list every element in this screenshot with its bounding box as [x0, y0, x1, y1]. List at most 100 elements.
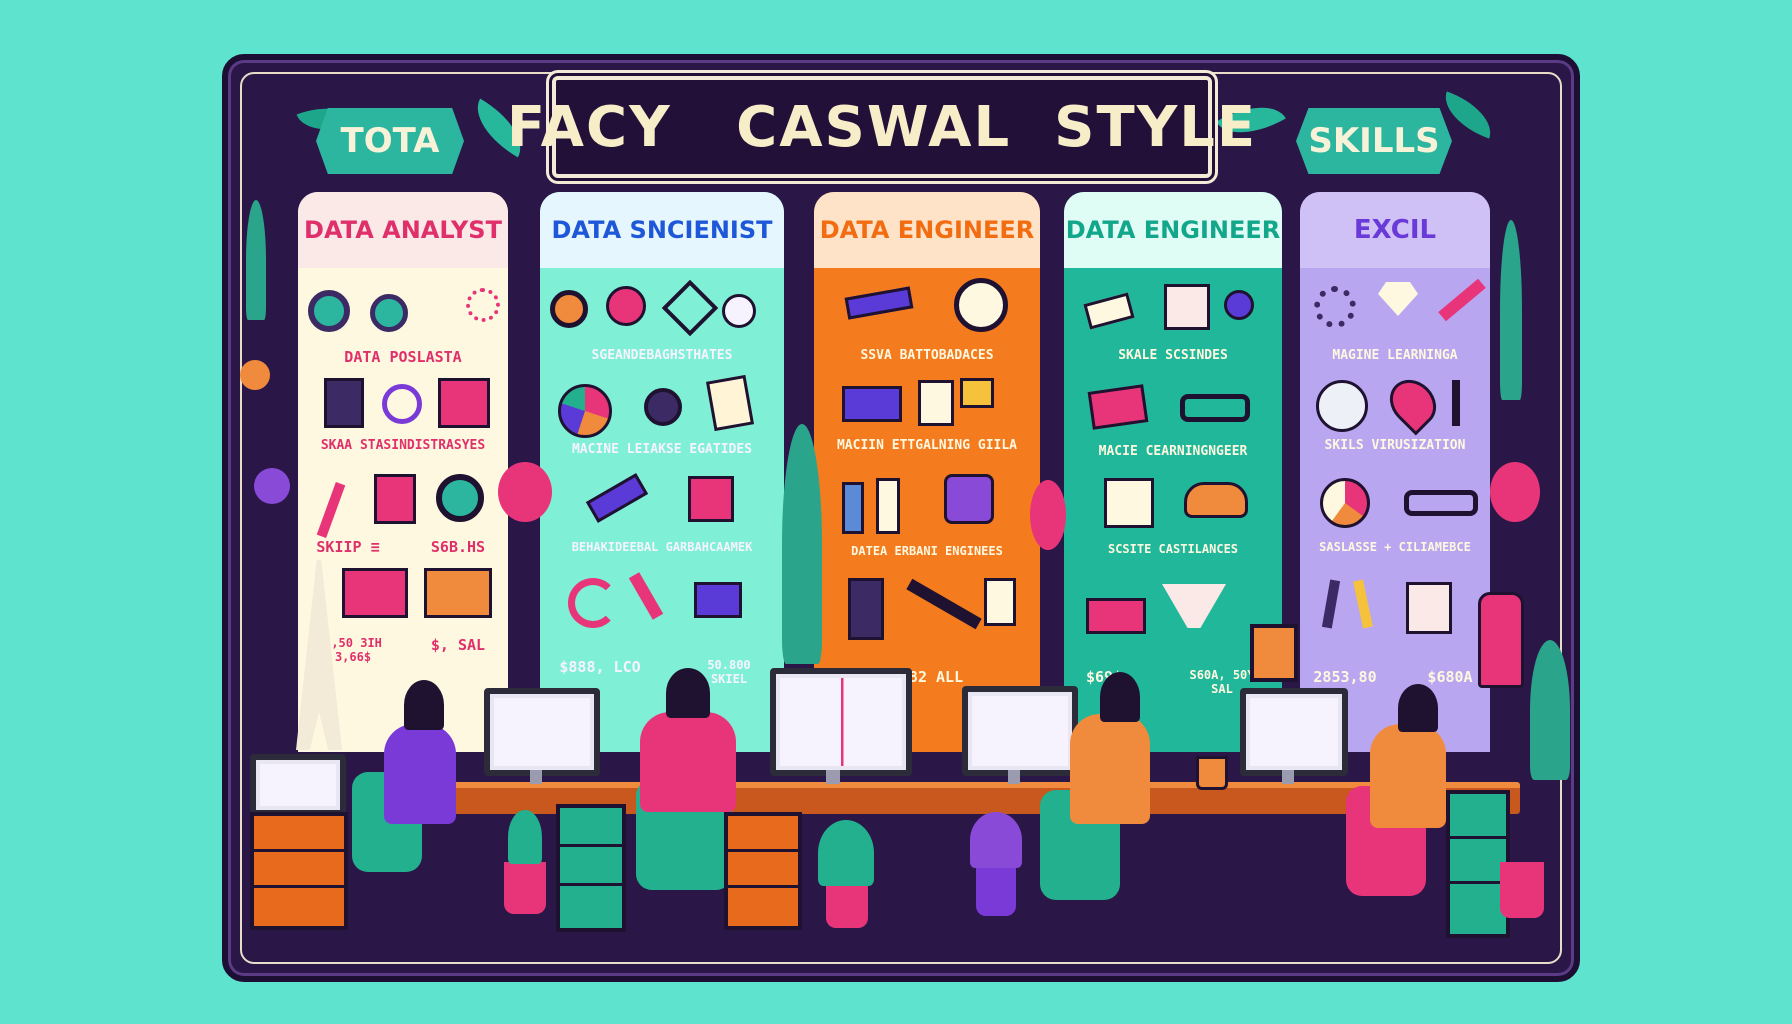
disc-icon [722, 294, 756, 328]
pie-chart-icon [1320, 478, 1370, 528]
filing-cabinet [250, 812, 348, 930]
page-title: FACY CASWAL STYLE [506, 94, 1258, 160]
magnifier-icon [644, 388, 682, 426]
envelope-icon [694, 582, 742, 618]
grid-icon [984, 578, 1016, 626]
caption: SKILS VIRUSIZATION [1324, 438, 1466, 453]
caption: MACIIN ETTGALNING GIILA [836, 438, 1017, 453]
flower-decoration [1490, 462, 1540, 522]
caption: SKAA STASINDISTRASYES [320, 438, 486, 453]
thermos-icon [1478, 592, 1524, 688]
caption: SASLASSE + CILIAMEBCE [1319, 540, 1471, 554]
cloud-icon [1184, 482, 1248, 518]
plant-decoration [1530, 640, 1570, 780]
pin-icon [606, 286, 646, 326]
network-icon [661, 279, 719, 337]
caption: SKALE SCSINDES [1118, 348, 1228, 363]
person [1370, 724, 1446, 828]
monitor [250, 754, 346, 816]
pie-chart-icon [558, 384, 612, 438]
title-banner: FACY CASWAL STYLE [507, 76, 1255, 178]
person-head [404, 680, 444, 730]
monitor [962, 686, 1078, 776]
column-title: DATA ENGINEER [1064, 192, 1282, 268]
filing-cabinet [556, 804, 626, 932]
card-icon [1087, 384, 1149, 430]
right-ribbon: SKILLS [1296, 108, 1452, 174]
lamp-icon [1250, 624, 1298, 682]
keyboard-icon [848, 578, 884, 640]
caption: MAGINE LEARNINGA [1332, 348, 1458, 363]
calculator-icon [374, 474, 416, 524]
caption: $888, LCO [559, 658, 641, 676]
plant-pot [826, 884, 868, 928]
pin-icon [1380, 370, 1446, 436]
monitor-stand [826, 770, 840, 784]
monitor-stand [1282, 770, 1294, 784]
caption: SSVA BATTOBADACES [860, 348, 994, 363]
plant-decoration [818, 820, 874, 886]
target-icon [944, 474, 994, 524]
globe-icon [1316, 380, 1368, 432]
link-icon [370, 294, 408, 332]
notebook-icon [1406, 582, 1452, 634]
pen-icon [316, 481, 346, 539]
monitor [1240, 688, 1348, 776]
plant-decoration [246, 200, 266, 320]
column-body: SGEANDEBAGHSTHATES MACINE LEIAKSE EGATID… [540, 268, 784, 752]
pencil-icon [1353, 579, 1373, 629]
flower-decoration [498, 462, 552, 522]
column-excel: EXCIL MAGINE LEARNINGA SKILS VIRUSIZATIO… [1300, 192, 1490, 752]
table-icon [342, 568, 408, 618]
spreadsheet-icon [1104, 478, 1154, 528]
person-head [1398, 684, 1438, 732]
caption: 2853,80 [1313, 668, 1377, 686]
person-head [666, 668, 710, 718]
column-title: DATA ANALYST [298, 192, 508, 268]
magnet-icon [568, 578, 618, 628]
cube-icon [688, 476, 734, 522]
caption: S6B.HS [430, 538, 486, 556]
person-head [1100, 672, 1140, 722]
caption: DATA POSLASTA [344, 348, 462, 366]
gear-icon [308, 290, 350, 332]
plant-pot [504, 862, 546, 914]
diamond-icon [1378, 282, 1418, 316]
battery-icon [842, 482, 864, 534]
monitor-stand [1008, 770, 1020, 784]
person [1070, 714, 1150, 824]
left-ribbon: TOTA [316, 108, 464, 174]
chart-icon [438, 378, 490, 428]
plant-pot [1500, 862, 1544, 918]
network-icon [382, 384, 422, 424]
search-icon [436, 474, 484, 522]
chip-icon [960, 378, 994, 408]
caption: MACINE LEIAKSE EGATIDES [571, 442, 752, 457]
column-title: DATA ENGINEER [814, 192, 1040, 268]
glasses-icon [1404, 490, 1478, 516]
caption: SCSITE CASTILANCES [1107, 542, 1239, 556]
caption: DATEA ERBANI ENGINEES [851, 544, 1003, 558]
pen-icon [1452, 380, 1460, 426]
coffee-mug-icon [1196, 756, 1228, 790]
column-title: DATA SNCIENIST [540, 192, 784, 268]
network-icon [1224, 290, 1254, 320]
server-icon [842, 386, 902, 422]
person [384, 724, 456, 824]
filing-cabinet [724, 812, 802, 930]
caption: MACIE CEARNINGNGEER [1098, 444, 1248, 459]
plant-decoration [970, 812, 1022, 868]
plant-decoration [1500, 220, 1522, 400]
caption: SKIIP ≡ [316, 538, 380, 556]
pen-icon [628, 572, 664, 620]
glasses-icon [1180, 394, 1250, 422]
caption: BEHAKIDEEBAL GARBAHCAAMEK [571, 540, 753, 554]
flower-decoration [240, 360, 270, 390]
caption: $, SAL [430, 636, 486, 654]
caption: SGEANDEBAGHSTHATES [591, 348, 733, 363]
ruler-icon [844, 286, 914, 320]
battery-icon [876, 478, 900, 534]
folder-icon [1083, 292, 1135, 330]
database-icon [324, 378, 364, 428]
flashlight-icon [585, 473, 649, 523]
